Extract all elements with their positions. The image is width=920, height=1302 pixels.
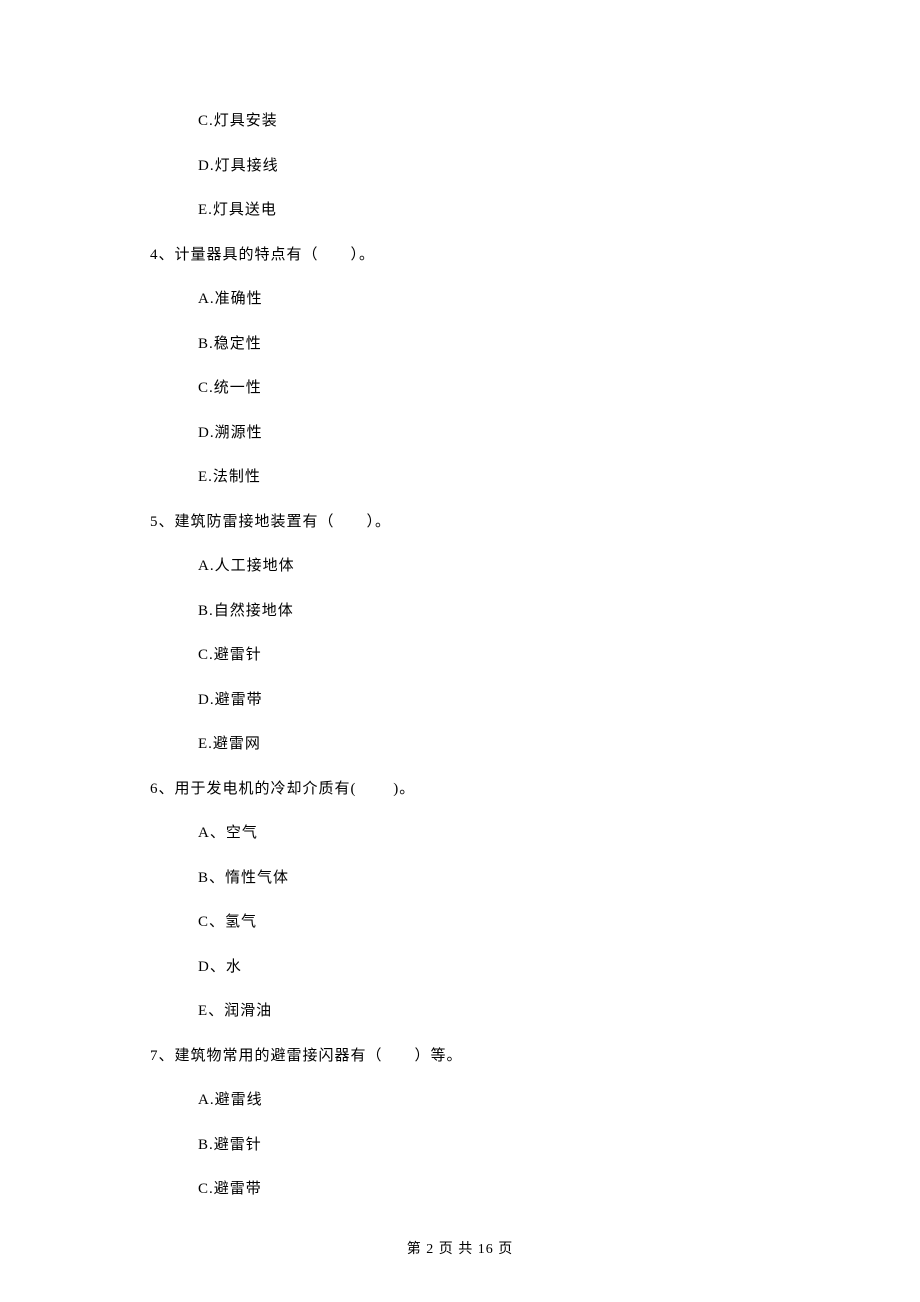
q5-option-e: E.避雷网 — [150, 733, 770, 756]
q5-option-c: C.避雷针 — [150, 644, 770, 667]
q5-option-b: B.自然接地体 — [150, 600, 770, 623]
page-content: C.灯具安装 D.灯具接线 E.灯具送电 4、计量器具的特点有（ ）。 A.准确… — [0, 0, 920, 1201]
q4-text: 4、计量器具的特点有（ ）。 — [150, 244, 770, 267]
q4-option-a: A.准确性 — [150, 288, 770, 311]
q3-option-c: C.灯具安装 — [150, 110, 770, 133]
q5-option-a: A.人工接地体 — [150, 555, 770, 578]
q5-text: 5、建筑防雷接地装置有（ ）。 — [150, 511, 770, 534]
q4-option-e: E.法制性 — [150, 466, 770, 489]
q6-option-b: B、惰性气体 — [150, 867, 770, 890]
q6-option-e: E、润滑油 — [150, 1000, 770, 1023]
q6-text: 6、用于发电机的冷却介质有( )。 — [150, 778, 770, 801]
q6-option-a: A、空气 — [150, 822, 770, 845]
q7-option-a: A.避雷线 — [150, 1089, 770, 1112]
q6-option-d: D、水 — [150, 956, 770, 979]
q7-option-b: B.避雷针 — [150, 1134, 770, 1157]
q4-option-c: C.统一性 — [150, 377, 770, 400]
page-footer: 第 2 页 共 16 页 — [0, 1239, 920, 1260]
q5-option-d: D.避雷带 — [150, 689, 770, 712]
q4-option-d: D.溯源性 — [150, 422, 770, 445]
q3-option-e: E.灯具送电 — [150, 199, 770, 222]
q7-text: 7、建筑物常用的避雷接闪器有（ ）等。 — [150, 1045, 770, 1068]
q7-option-c: C.避雷带 — [150, 1178, 770, 1201]
q3-option-d: D.灯具接线 — [150, 155, 770, 178]
q6-option-c: C、氢气 — [150, 911, 770, 934]
q4-option-b: B.稳定性 — [150, 333, 770, 356]
